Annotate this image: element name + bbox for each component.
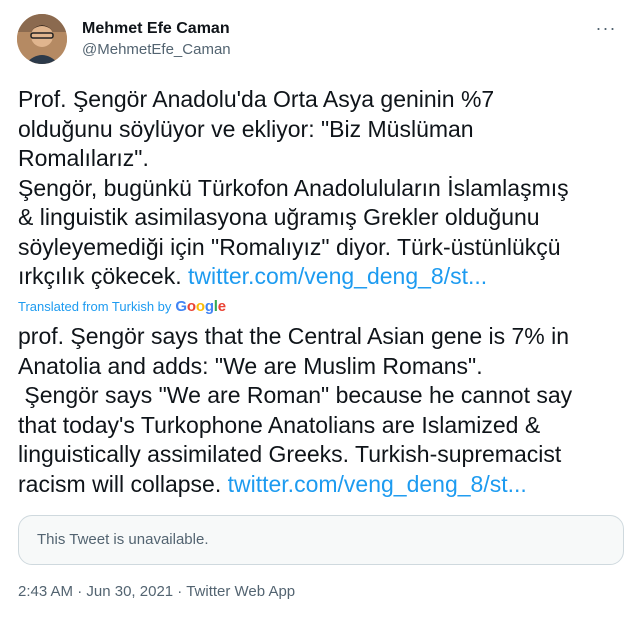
- tweet-time[interactable]: 2:43 AM: [18, 583, 73, 600]
- translation-attribution: Translated from Turkish by Google: [18, 298, 226, 315]
- tweet-header: Mehmet Efe Caman @MehmetEfe_Caman ···: [17, 12, 623, 68]
- more-horizontal-icon: ···: [595, 17, 617, 38]
- tweet-original-text: Prof. Şengör Anadolu'da Orta Asya genini…: [18, 85, 618, 292]
- google-logo: Google: [175, 298, 226, 315]
- original-text-content: Prof. Şengör Anadolu'da Orta Asya genini…: [18, 86, 569, 289]
- author-names: Mehmet Efe Caman @MehmetEfe_Caman: [82, 19, 231, 60]
- more-options-button[interactable]: ···: [591, 16, 621, 40]
- tweet-date[interactable]: Jun 30, 2021: [86, 583, 173, 600]
- quoted-tweet-card[interactable]: This Tweet is unavailable.: [18, 515, 624, 565]
- tweet-source[interactable]: Twitter Web App: [186, 583, 295, 600]
- quoted-tweet-unavailable-text: This Tweet is unavailable.: [37, 531, 209, 548]
- avatar-photo-icon: [17, 14, 67, 64]
- tweet-translated-text: prof. Şengör says that the Central Asian…: [18, 322, 618, 499]
- meta-separator: ·: [73, 583, 87, 600]
- translated-by-label[interactable]: Translated from Turkish by: [18, 299, 171, 314]
- meta-separator-2: ·: [173, 583, 187, 600]
- tweet-metadata: 2:43 AM · Jun 30, 2021 · Twitter Web App: [18, 583, 295, 600]
- author-display-name[interactable]: Mehmet Efe Caman: [82, 19, 231, 39]
- tweet: Mehmet Efe Caman @MehmetEfe_Caman ··· Pr…: [0, 0, 640, 617]
- author-handle[interactable]: @MehmetEfe_Caman: [82, 40, 231, 60]
- translated-link[interactable]: twitter.com/veng_deng_8/st...: [228, 471, 527, 497]
- original-link[interactable]: twitter.com/veng_deng_8/st...: [188, 263, 487, 289]
- avatar[interactable]: [17, 14, 67, 64]
